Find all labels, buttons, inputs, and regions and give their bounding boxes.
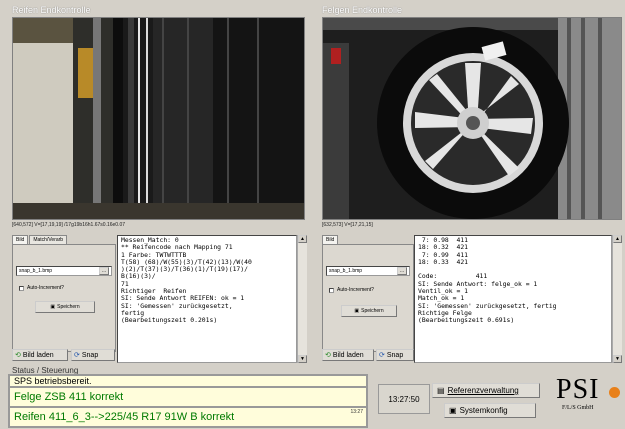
tire-browse-icon[interactable]: … — [99, 267, 109, 275]
config-icon: ▣ — [449, 406, 457, 415]
tire-camera-image — [12, 17, 305, 220]
rim-coords: [632,573] V=[17,21,15] — [322, 222, 373, 228]
save-label: Speichern — [57, 304, 80, 310]
checkbox-icon[interactable] — [329, 287, 334, 293]
tire-log: Messen_Match: 0 ** Reifencode nach Mappin… — [117, 235, 297, 363]
tire-coords: [640,572] V=[17,19,19] /17g19b16h1.67s0.… — [12, 222, 126, 228]
tire-snap-button[interactable]: ⟳ Snap — [71, 349, 115, 361]
auto-increment-label: Auto-Increment? — [337, 287, 374, 293]
checkbox-icon[interactable] — [19, 285, 24, 291]
tab-match-verarb[interactable]: Match/Verarb — [29, 235, 68, 244]
log-line: (Bearbeitungszeit 0.201s) — [121, 316, 218, 325]
floppy-icon: ▣ — [50, 304, 56, 310]
rim-camera-image — [322, 17, 622, 220]
rim-log: 7: 0.98 411 18: 0.32 421 7: 0.99 411 18: 0… — [414, 235, 612, 363]
reference-label: Referenzverwaltung — [447, 386, 519, 395]
auto-increment-label: Auto-Increment? — [27, 285, 64, 291]
tire-load-image-button[interactable]: ⟲ Bild laden — [12, 349, 68, 361]
load-image-label: Bild laden — [22, 351, 54, 359]
snap-icon: ⟳ — [379, 352, 385, 359]
tire-image — [13, 18, 304, 219]
save-label: Speichern — [361, 308, 384, 314]
rim-log-scrollbar[interactable]: ▲ ▼ — [612, 235, 622, 363]
log-line: B(16)(3)/ — [121, 272, 156, 281]
load-image-label: Bild laden — [332, 351, 364, 359]
rim-load-image-button[interactable]: ⟲ Bild laden — [322, 349, 374, 361]
reference-management-button[interactable]: ▤ Referenzverwaltung — [432, 383, 540, 398]
reference-icon: ▤ — [437, 386, 445, 395]
tab-bild[interactable]: Bild — [12, 235, 29, 244]
tab-bild[interactable]: Bild — [322, 235, 339, 244]
status-line-tire: Reifen 411_6_3-->225/45 R17 91W B korrek… — [9, 407, 367, 427]
tire-auto-increment[interactable]: Auto-Increment? — [19, 285, 64, 291]
snap-label: Snap — [386, 351, 404, 359]
rim-tab-content: snap_b_1.bmp … Auto-Increment? ▣ Speiche… — [322, 244, 414, 352]
tire-file-name: snap_b_1.bmp — [19, 268, 53, 274]
tire-tab-bar: Bild Match/Verarb — [12, 235, 116, 244]
tire-tab-content: snap_b_1.bmp … Auto-Increment? ▣ Speiche… — [12, 244, 116, 352]
rim-panel-title: Felgen Endkontrolle — [322, 5, 403, 15]
rim-tab-bar: Bild — [322, 235, 414, 244]
scroll-down-icon[interactable]: ▼ — [298, 355, 307, 363]
load-icon: ⟲ — [325, 352, 331, 359]
logo-ball-icon — [609, 387, 620, 398]
tire-panel-title: Reifen Endkontrolle — [12, 5, 91, 15]
rim-browse-icon[interactable]: … — [397, 267, 407, 275]
scroll-down-icon[interactable]: ▼ — [613, 355, 622, 363]
scroll-up-icon[interactable]: ▲ — [613, 235, 622, 243]
log-line: (Bearbeitungszeit 0.691s) — [418, 316, 515, 325]
log-line: SI: 'Gemessen' zurückgesetzt, — [121, 301, 233, 310]
status-line-tire-text: Reifen 411_6_3-->225/45 R17 91W B korrek… — [14, 411, 235, 423]
rim-snap-button[interactable]: ⟳ Snap — [376, 349, 414, 361]
system-config-button[interactable]: ▣ Systemkonfig — [444, 403, 536, 418]
tire-save-button[interactable]: ▣ Speichern — [35, 301, 95, 313]
tire-log-scrollbar[interactable]: ▲ ▼ — [297, 235, 307, 363]
floppy-icon: ▣ — [354, 308, 360, 314]
log-line: 18: 0.33 421 — [418, 257, 469, 266]
tire-controls: Bild Match/Verarb snap_b_1.bmp … Auto-In… — [12, 235, 116, 363]
snap-icon: ⟳ — [74, 352, 80, 359]
rim-file-field[interactable]: snap_b_1.bmp … — [326, 266, 410, 276]
psi-logo: PSI F/L/S GmbH — [556, 375, 622, 425]
tire-file-field[interactable]: snap_b_1.bmp … — [16, 266, 112, 276]
rim-image — [323, 18, 621, 219]
status-line-plc: SPS betriebsbereit. — [9, 375, 367, 387]
status-line-rim: Felge ZSB 411 korrekt — [9, 387, 367, 407]
load-icon: ⟲ — [15, 352, 21, 359]
status-line-tire-time: 13:27 — [350, 409, 363, 415]
logo-subtitle: F/L/S GmbH — [562, 405, 594, 411]
rim-controls: Bild snap_b_1.bmp … Auto-Increment? ▣ Sp… — [322, 235, 414, 363]
clock-display: 13:27:50 — [378, 384, 430, 414]
rim-file-name: snap_b_1.bmp — [329, 268, 363, 274]
system-config-label: Systemkonfig — [459, 406, 508, 415]
snap-label: Snap — [81, 351, 99, 359]
rim-auto-increment[interactable]: Auto-Increment? — [329, 287, 374, 293]
rim-save-button[interactable]: ▣ Speichern — [341, 305, 397, 317]
status-group: SPS betriebsbereit. Felge ZSB 411 korrek… — [8, 374, 368, 428]
scroll-up-icon[interactable]: ▲ — [298, 235, 307, 243]
